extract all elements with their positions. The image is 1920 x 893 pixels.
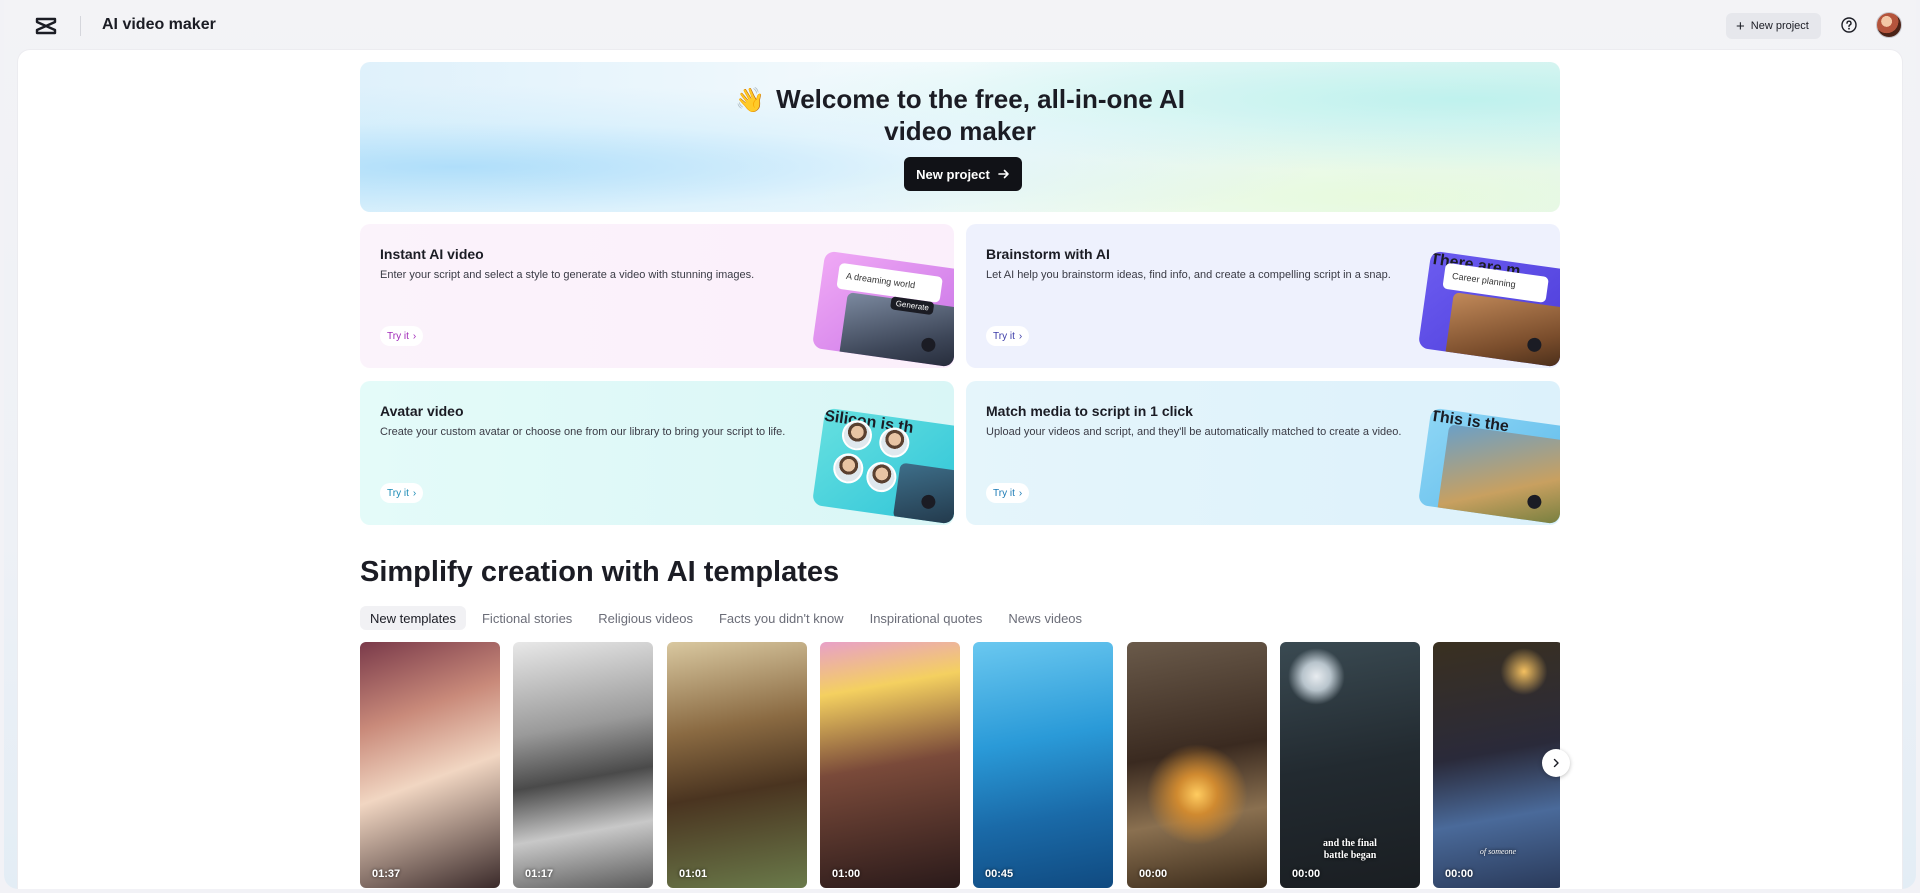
feature-card-instant-ai-video[interactable]: Instant AI video Enter your script and s…: [360, 224, 954, 368]
hero-title: 👋 Welcome to the free, all-in-one AI vid…: [720, 84, 1200, 146]
try-it-button[interactable]: Try it ›: [380, 483, 424, 503]
template-tile[interactable]: 00:00: [1127, 642, 1267, 888]
template-tile[interactable]: 01:37: [360, 642, 500, 888]
chevron-right-icon: [1553, 758, 1559, 768]
try-it-label: Try it: [387, 487, 409, 499]
duration-label: 00:45: [985, 868, 1014, 880]
template-tile[interactable]: of someone 00:00: [1433, 642, 1560, 888]
template-carousel: 01:37 01:17 01:01 01:00 00:45 00:00 and …: [360, 642, 1560, 888]
tab-fictional-stories[interactable]: Fictional stories: [472, 606, 582, 630]
card-thumbnail: Career planning There are m: [1417, 250, 1560, 368]
main-panel: 👋 Welcome to the free, all-in-one AI vid…: [18, 50, 1902, 889]
prompt-chip-text: Career planning: [1451, 270, 1517, 290]
card-title: Avatar video: [380, 403, 464, 419]
template-tile[interactable]: 01:01: [667, 642, 807, 888]
tab-inspirational-quotes[interactable]: Inspirational quotes: [860, 606, 993, 630]
new-project-top-label: New project: [1750, 20, 1809, 32]
plus-icon: +: [1736, 17, 1745, 35]
thumbnail-image: [1444, 292, 1560, 368]
card-description: Let AI help you brainstorm ideas, find i…: [986, 269, 1391, 281]
thumbnail-image: [1436, 424, 1560, 525]
tab-facts-you-didnt-know[interactable]: Facts you didn't know: [709, 606, 854, 630]
carousel-next-button[interactable]: [1542, 749, 1570, 777]
feature-card-match-media[interactable]: Match media to script in 1 click Upload …: [966, 381, 1560, 525]
card-title: Match media to script in 1 click: [986, 403, 1193, 419]
card-thumbnail: A dreaming world Generate: [811, 250, 954, 368]
prompt-chip-text: A dreaming world: [845, 270, 916, 291]
card-description: Enter your script and select a style to …: [380, 269, 755, 281]
chevron-right-icon: ›: [1018, 330, 1023, 342]
thumbnail-image: [892, 462, 954, 525]
video-caption: and the final battle began: [1323, 838, 1377, 861]
try-it-label: Try it: [993, 487, 1015, 499]
waving-hand-icon: 👋: [735, 87, 765, 114]
feature-card-avatar-video[interactable]: Avatar video Create your custom avatar o…: [360, 381, 954, 525]
chevron-right-icon: ›: [412, 330, 417, 342]
duration-label: 00:00: [1445, 868, 1474, 880]
templates-section-title: Simplify creation with AI templates: [360, 556, 840, 588]
card-thumbnail: Silicon is th: [811, 407, 954, 525]
card-thumbnail: This is the: [1417, 407, 1560, 525]
try-it-label: Try it: [387, 330, 409, 342]
card-description: Create your custom avatar or choose one …: [380, 426, 786, 438]
duration-label: 00:00: [1139, 868, 1168, 880]
hero-title-text: Welcome to the free, all-in-one AI video…: [776, 84, 1185, 146]
template-tabs: New templates Fictional stories Religiou…: [360, 606, 1092, 630]
duration-label: 01:00: [832, 868, 861, 880]
duration-label: 01:17: [525, 868, 554, 880]
card-description: Upload your videos and script, and they'…: [986, 426, 1402, 438]
new-project-top-button[interactable]: + New project: [1726, 13, 1821, 39]
chevron-right-icon: ›: [1018, 487, 1023, 499]
hero-new-project-label: New project: [916, 166, 990, 182]
feature-card-brainstorm[interactable]: Brainstorm with AI Let AI help you brain…: [966, 224, 1560, 368]
template-tile[interactable]: 01:00: [820, 642, 960, 888]
tab-news-videos[interactable]: News videos: [998, 606, 1092, 630]
arrow-right-icon: [998, 169, 1009, 179]
capcut-logo-icon[interactable]: [34, 14, 58, 38]
duration-label: 01:37: [372, 868, 401, 880]
avatar-face: [831, 451, 866, 486]
video-caption: of someone: [1479, 847, 1517, 856]
tab-new-templates[interactable]: New templates: [360, 606, 466, 630]
divider: [80, 16, 81, 36]
template-tile[interactable]: and the final battle began 00:00: [1280, 642, 1420, 888]
app-window: AI video maker + New project 👋 Welcome t…: [4, 0, 1916, 889]
duration-label: 00:00: [1292, 868, 1321, 880]
duration-label: 01:01: [679, 868, 708, 880]
tab-religious-videos[interactable]: Religious videos: [588, 606, 703, 630]
try-it-button[interactable]: Try it ›: [986, 326, 1030, 346]
chevron-right-icon: ›: [412, 487, 417, 499]
hero-banner: 👋 Welcome to the free, all-in-one AI vid…: [360, 62, 1560, 212]
template-tile[interactable]: 00:45: [973, 642, 1113, 888]
help-icon[interactable]: [1840, 16, 1858, 34]
try-it-button[interactable]: Try it ›: [380, 326, 424, 346]
top-bar: AI video maker + New project: [4, 0, 1916, 50]
try-it-button[interactable]: Try it ›: [986, 483, 1030, 503]
card-title: Brainstorm with AI: [986, 246, 1110, 262]
hero-new-project-button[interactable]: New project: [904, 157, 1022, 191]
card-title: Instant AI video: [380, 246, 484, 262]
app-title: AI video maker: [102, 16, 216, 33]
user-avatar[interactable]: [1876, 12, 1902, 38]
template-tile[interactable]: 01:17: [513, 642, 653, 888]
avatar-face: [864, 460, 899, 494]
try-it-label: Try it: [993, 330, 1015, 342]
